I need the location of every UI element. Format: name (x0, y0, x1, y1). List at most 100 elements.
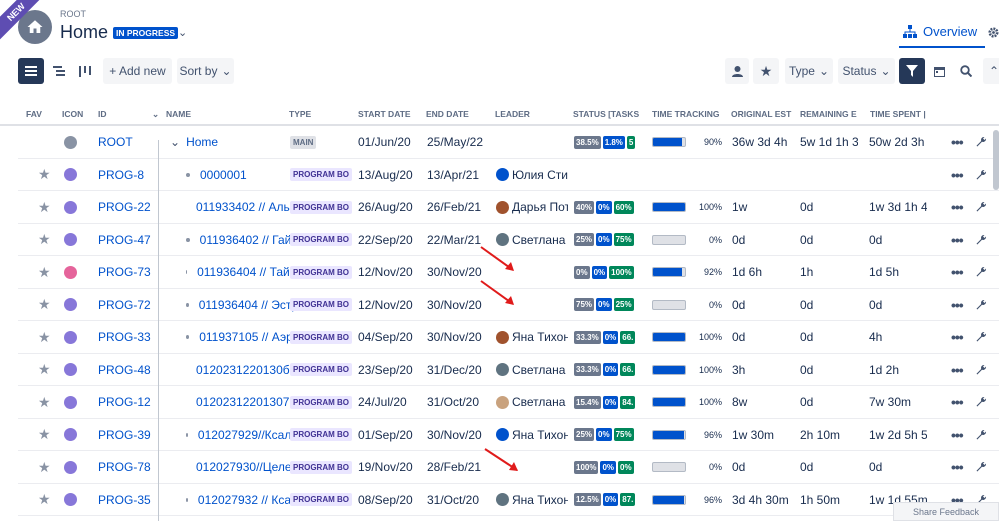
col-type[interactable]: TYPE (289, 109, 311, 119)
wrench-icon[interactable] (975, 126, 989, 158)
col-time-spent[interactable]: TIME SPENT | (870, 109, 930, 119)
table-row[interactable]: ★ PROG-8 0000001 PROGRAM BO 13/Aug/20 13/Apr/… (18, 159, 999, 191)
favorite-filter-button[interactable]: ★ (753, 58, 779, 84)
more-actions-icon[interactable]: ••• (951, 126, 967, 158)
type-filter-button[interactable]: Type ⌄ (785, 58, 833, 84)
col-fav[interactable]: FAV (26, 109, 42, 119)
favorite-star-icon[interactable]: ★ (38, 484, 54, 516)
issue-name-link[interactable]: 012027929//Ксала (198, 428, 298, 442)
wrench-icon[interactable] (975, 256, 989, 288)
col-icon[interactable]: ICON (62, 109, 83, 119)
favorite-star-icon[interactable]: ★ (38, 159, 54, 191)
tab-overview[interactable]: Overview (903, 24, 977, 39)
issue-id-link[interactable]: PROG-48 (98, 354, 156, 386)
more-actions-icon[interactable]: ••• (951, 419, 967, 451)
leader-cell[interactable]: Дарья Пот (496, 191, 568, 223)
issue-name-link[interactable]: Home (186, 135, 218, 149)
issue-id-link[interactable]: PROG-47 (98, 224, 156, 256)
more-actions-icon[interactable]: ••• (951, 451, 967, 483)
favorite-star-icon[interactable]: ★ (38, 321, 54, 353)
status-badge[interactable]: IN PROGRESS (113, 27, 179, 39)
table-row[interactable]: ★ PROG-22 011933402 // Альф PROGRAM BO 26/Au… (18, 191, 999, 224)
wrench-icon[interactable] (975, 289, 989, 321)
more-actions-icon[interactable]: ••• (951, 224, 967, 256)
chevron-down-icon[interactable]: ⌄ (170, 135, 180, 149)
board-view-button[interactable] (72, 58, 98, 84)
col-id[interactable]: ID (98, 109, 107, 119)
issue-name-link[interactable]: 011933402 // Альф (196, 200, 298, 214)
leader-cell[interactable]: Яна Тихон (496, 321, 568, 353)
favorite-star-icon[interactable]: ★ (38, 451, 54, 483)
more-actions-icon[interactable]: ••• (951, 159, 967, 191)
wrench-icon[interactable] (975, 191, 989, 223)
issue-name-link[interactable]: 0120231220130б // (196, 363, 298, 377)
user-filter-button[interactable] (725, 58, 749, 84)
collapse-button[interactable]: ⌃ (983, 58, 999, 84)
leader-cell[interactable]: Светлана I (496, 386, 568, 418)
table-row[interactable]: ROOT ⌄ Home MAIN 01/Jun/20 25/May/22 38.5% 1.8%… (18, 126, 999, 159)
wrench-icon[interactable] (975, 224, 989, 256)
collapse-all-icon[interactable]: ⌄ (152, 109, 159, 120)
wrench-icon[interactable] (975, 321, 989, 353)
col-time-tracking[interactable]: TIME TRACKING (652, 109, 722, 119)
scrollbar[interactable] (993, 130, 999, 190)
issue-id-link[interactable]: PROG-78 (98, 451, 156, 483)
wrench-icon[interactable] (975, 419, 989, 451)
favorite-star-icon[interactable]: ★ (38, 191, 54, 223)
more-actions-icon[interactable]: ••• (951, 386, 967, 418)
issue-name-link[interactable]: 011937105 // Аэрт (199, 330, 298, 344)
wrench-icon[interactable] (975, 354, 989, 386)
leader-cell[interactable]: Яна Тихон (496, 484, 568, 516)
issue-name-link[interactable]: 011936402 // Гайн (200, 233, 298, 247)
more-actions-icon[interactable]: ••• (951, 321, 967, 353)
filter-button[interactable] (899, 58, 925, 84)
col-start-date[interactable]: START DATE (358, 109, 411, 119)
wrench-icon[interactable] (975, 451, 989, 483)
add-new-button[interactable]: + Add new (103, 58, 172, 84)
issue-id-link[interactable]: PROG-22 (98, 191, 156, 223)
col-remaining[interactable]: REMAINING E (800, 109, 858, 119)
table-row[interactable]: ★ PROG-33 011937105 // Аэрт PROGRAM BO 04/Se… (18, 321, 999, 354)
table-row[interactable]: ★ PROG-48 0120231220130б //PROGRAM BO 23/Se… (18, 354, 999, 386)
favorite-star-icon[interactable]: ★ (38, 224, 54, 256)
more-actions-icon[interactable]: ••• (951, 191, 967, 223)
leader-cell[interactable]: Юлия Стих (496, 159, 568, 191)
more-actions-icon[interactable]: ••• (951, 289, 967, 321)
issue-id-link[interactable]: PROG-35 (98, 484, 156, 516)
issue-id-link[interactable]: PROG-72 (98, 289, 156, 321)
list-view-button[interactable] (18, 58, 44, 84)
breadcrumb[interactable]: ROOT (60, 9, 86, 19)
issue-id-link[interactable]: ROOT (98, 126, 156, 158)
more-actions-icon[interactable]: ••• (951, 256, 967, 288)
issue-id-link[interactable]: PROG-33 (98, 321, 156, 353)
gear-icon[interactable] (988, 27, 999, 38)
col-end-date[interactable]: END DATE (426, 109, 469, 119)
issue-id-link[interactable]: PROG-8 (98, 159, 156, 191)
issue-id-link[interactable]: PROG-39 (98, 419, 156, 451)
leader-cell[interactable]: Светлана I (496, 354, 568, 386)
table-row[interactable]: ★ PROG-35 012027932 // Ксал PROGRAM BO 08/Se… (18, 484, 999, 516)
col-status[interactable]: STATUS [TASKS (573, 109, 645, 119)
status-filter-button[interactable]: Status ⌄ (838, 58, 895, 84)
favorite-star-icon[interactable]: ★ (38, 386, 54, 418)
issue-name-link[interactable]: 011936404 // Тайм (197, 265, 298, 279)
table-row[interactable]: ★ PROG-12 01202312201307 К PROGRAM BO 24/Jul… (18, 386, 999, 419)
sort-by-button[interactable]: Sort by ⌄ (177, 58, 234, 84)
issue-name-link[interactable]: 011936404 // Эстр (199, 298, 298, 312)
col-name[interactable]: NAME (166, 109, 191, 119)
issue-id-link[interactable]: PROG-73 (98, 256, 156, 288)
col-leader[interactable]: LEADER (495, 109, 530, 119)
tree-view-button[interactable] (46, 58, 72, 84)
favorite-star-icon[interactable]: ★ (38, 354, 54, 386)
issue-name-link[interactable]: 01202312201307 К (196, 395, 298, 409)
favorite-star-icon[interactable]: ★ (38, 419, 54, 451)
issue-name-link[interactable]: 012027930//Целеб (196, 460, 298, 474)
issue-id-link[interactable]: PROG-12 (98, 386, 156, 418)
calendar-button[interactable] (927, 58, 951, 84)
favorite-star-icon[interactable]: ★ (38, 256, 54, 288)
wrench-icon[interactable] (975, 386, 989, 418)
search-button[interactable] (954, 58, 978, 84)
chevron-down-icon[interactable]: ⌄ (178, 26, 187, 39)
col-original-estimate[interactable]: ORIGINAL EST (731, 109, 793, 119)
issue-name-link[interactable]: 0000001 (200, 168, 247, 182)
